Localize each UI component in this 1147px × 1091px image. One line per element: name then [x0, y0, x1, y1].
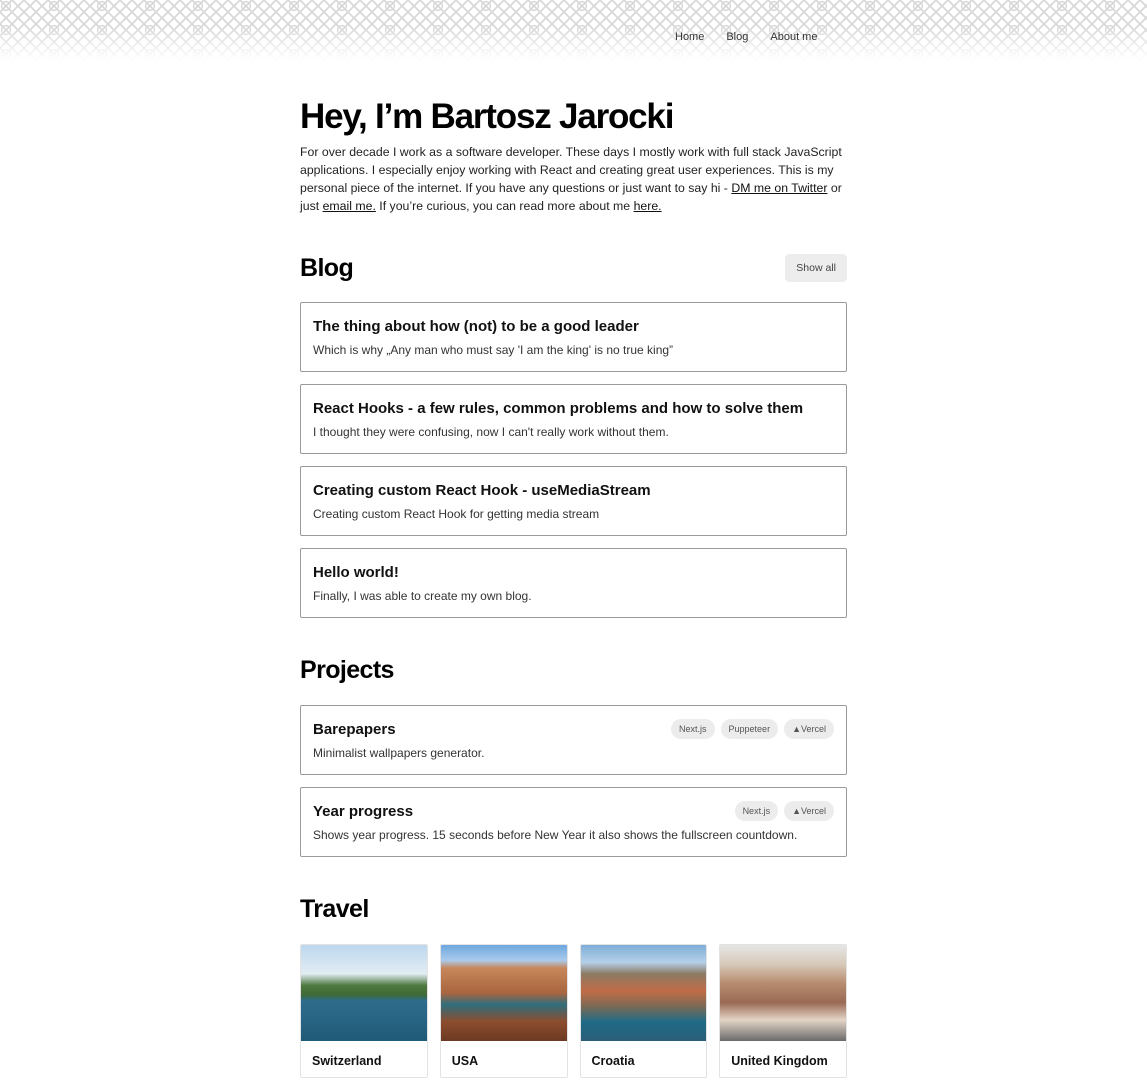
- email-link[interactable]: email me.: [323, 199, 376, 213]
- travel-section: Travel Switzerland USA Croatia United Ki…: [300, 894, 847, 1078]
- main-content: Hey, I’m Bartosz Jarocki For over decade…: [300, 97, 847, 1078]
- blog-post-title: Hello world!: [313, 564, 399, 581]
- projects-section: Projects Barepapers Minimalist wallpaper…: [300, 655, 847, 857]
- travel-photo: [440, 945, 567, 1041]
- travel-card[interactable]: USA: [439, 944, 568, 1078]
- blog-post-title: The thing about how (not) to be a good l…: [313, 318, 639, 335]
- travel-photo: [720, 945, 846, 1041]
- travel-place-name: Croatia: [591, 1054, 635, 1068]
- travel-heading: Travel: [300, 895, 369, 923]
- travel-card[interactable]: Switzerland: [300, 944, 428, 1078]
- blog-post-card[interactable]: Creating custom React Hook - useMediaStr…: [300, 466, 847, 536]
- about-link[interactable]: here.: [634, 199, 662, 213]
- blog-post-description: Creating custom React Hook for getting m…: [313, 507, 600, 521]
- blog-post-description: Which is why „Any man who must say 'I am…: [313, 343, 674, 357]
- travel-grid: Switzerland USA Croatia United Kingdom: [300, 944, 847, 1078]
- tech-tag: ▲Vercel: [784, 719, 834, 739]
- projects-heading: Projects: [300, 656, 394, 684]
- blog-post-title: Creating custom React Hook - useMediaStr…: [313, 482, 651, 499]
- tech-tag: Next.js: [734, 801, 779, 821]
- travel-card[interactable]: United Kingdom: [719, 944, 847, 1078]
- project-tags: Next.js ▲Vercel: [734, 801, 834, 821]
- travel-place-name: USA: [451, 1054, 479, 1068]
- tech-tag: Puppeteer: [720, 719, 779, 739]
- blog-section: Blog Show all The thing about how (not) …: [300, 253, 847, 618]
- blog-post-title: React Hooks - a few rules, common proble…: [313, 400, 804, 417]
- blog-post-description: I thought they were confusing, now I can…: [313, 425, 669, 439]
- travel-place-name: United Kingdom: [731, 1054, 828, 1068]
- show-all-button[interactable]: Show all: [785, 254, 847, 282]
- blog-post-card[interactable]: Hello world! Finally, I was able to crea…: [300, 548, 847, 618]
- blog-post-card[interactable]: The thing about how (not) to be a good l…: [300, 302, 847, 372]
- page-title: Hey, I’m Bartosz Jarocki: [300, 97, 674, 136]
- top-nav: Home Blog About me: [664, 31, 828, 43]
- blog-heading: Blog: [300, 254, 354, 282]
- project-card[interactable]: Barepapers Minimalist wallpapers generat…: [300, 705, 847, 775]
- tech-tag: ▲Vercel: [784, 801, 834, 821]
- project-tags: Next.js Puppeteer ▲Vercel: [671, 719, 834, 739]
- nav-about-me[interactable]: About me: [759, 31, 828, 43]
- intro-paragraph: For over decade I work as a software dev…: [300, 143, 847, 215]
- travel-card[interactable]: Croatia: [579, 944, 708, 1078]
- project-card[interactable]: Year progress Shows year progress. 15 se…: [300, 787, 847, 857]
- travel-photo: [301, 945, 427, 1041]
- project-description: Shows year progress. 15 seconds before N…: [313, 828, 798, 842]
- tech-tag: Next.js: [671, 719, 715, 739]
- travel-photo: [580, 945, 707, 1041]
- blog-post-description: Finally, I was able to create my own blo…: [313, 589, 532, 603]
- nav-blog[interactable]: Blog: [715, 31, 759, 43]
- project-description: Minimalist wallpapers generator.: [313, 746, 485, 760]
- nav-home[interactable]: Home: [664, 31, 715, 43]
- blog-post-card[interactable]: React Hooks - a few rules, common proble…: [300, 384, 847, 454]
- header-pattern: [0, 0, 1147, 60]
- twitter-link[interactable]: DM me on Twitter: [731, 181, 827, 195]
- travel-place-name: Switzerland: [312, 1054, 382, 1068]
- intro-text-curious: If you’re curious, you can read more abo…: [375, 199, 634, 213]
